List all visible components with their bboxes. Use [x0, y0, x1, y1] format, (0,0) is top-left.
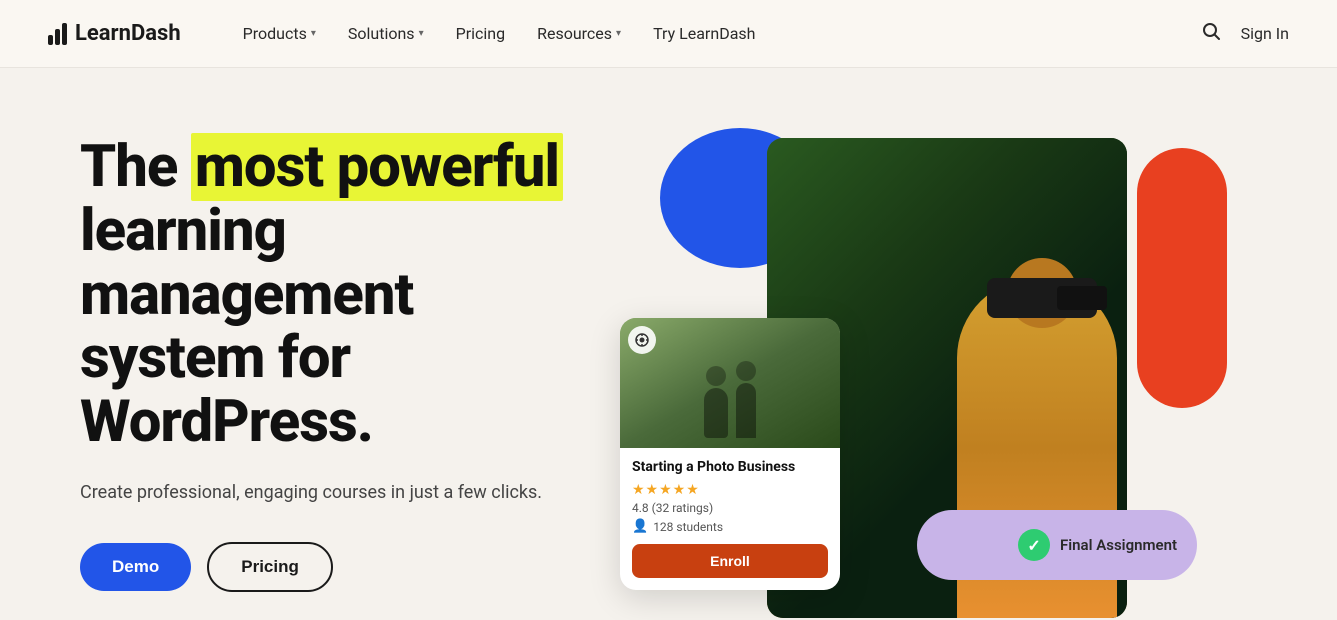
enroll-button[interactable]: Enroll — [632, 544, 828, 578]
hero-section: The most powerful learning management sy… — [0, 68, 1337, 620]
student-icon: 👤 — [632, 519, 648, 534]
try-label: Try LearnDash — [653, 24, 755, 43]
search-icon[interactable] — [1201, 21, 1221, 46]
card-students: 👤 128 students — [632, 519, 828, 534]
check-icon: ✓ — [1018, 529, 1050, 561]
card-body: Starting a Photo Business ★★★★★ 4.8 (32 … — [620, 448, 840, 590]
solutions-chevron: ▾ — [419, 28, 424, 39]
signin-link[interactable]: Sign In — [1241, 24, 1289, 43]
course-card: Starting a Photo Business ★★★★★ 4.8 (32 … — [620, 318, 840, 590]
card-rating: 4.8 (32 ratings) — [632, 501, 828, 515]
card-logo-icon — [628, 326, 656, 354]
deco-red-rect — [1137, 148, 1227, 408]
nav-item-resources[interactable]: Resources ▾ — [523, 16, 635, 51]
logo-icon — [48, 23, 67, 45]
resources-chevron: ▾ — [616, 28, 621, 39]
demo-button[interactable]: Demo — [80, 543, 191, 591]
products-label: Products — [243, 24, 307, 43]
nav-item-products[interactable]: Products ▾ — [229, 16, 330, 51]
hero-heading: The most powerful learning management sy… — [80, 136, 600, 455]
nav-item-try[interactable]: Try LearnDash — [639, 16, 769, 51]
heading-prefix: The — [80, 133, 191, 201]
hero-left: The most powerful learning management sy… — [80, 136, 600, 592]
logo-text: LearnDash — [75, 21, 181, 46]
camera-lens — [1057, 286, 1107, 310]
couple-figure — [704, 361, 756, 438]
pricing-label: Pricing — [456, 24, 506, 43]
nav-links: Products ▾ Solutions ▾ Pricing Resources… — [229, 16, 1201, 51]
card-image — [620, 318, 840, 448]
assignment-label: Final Assignment — [1060, 536, 1177, 554]
bar2 — [55, 29, 60, 45]
navbar: LearnDash Products ▾ Solutions ▾ Pricing… — [0, 0, 1337, 68]
assignment-badge: ✓ Final Assignment — [917, 510, 1197, 580]
nav-right: Sign In — [1201, 21, 1289, 46]
resources-label: Resources — [537, 24, 612, 43]
solutions-label: Solutions — [348, 24, 415, 43]
card-title: Starting a Photo Business — [632, 458, 828, 476]
nav-item-solutions[interactable]: Solutions ▾ — [334, 16, 438, 51]
pricing-button[interactable]: Pricing — [207, 542, 333, 592]
bar1 — [48, 35, 53, 45]
heading-highlight: most powerful — [191, 133, 563, 201]
hero-buttons: Demo Pricing — [80, 542, 600, 592]
heading-suffix: learning management system for WordPress… — [80, 197, 413, 456]
nav-item-pricing[interactable]: Pricing — [442, 16, 520, 51]
logo[interactable]: LearnDash — [48, 21, 181, 46]
hero-right: ✓ Final Assignment — [600, 108, 1257, 620]
students-count: 128 students — [653, 520, 723, 534]
bar3 — [62, 23, 67, 45]
card-stars: ★★★★★ — [632, 482, 828, 498]
hero-subtitle: Create professional, engaging courses in… — [80, 479, 600, 506]
products-chevron: ▾ — [311, 28, 316, 39]
